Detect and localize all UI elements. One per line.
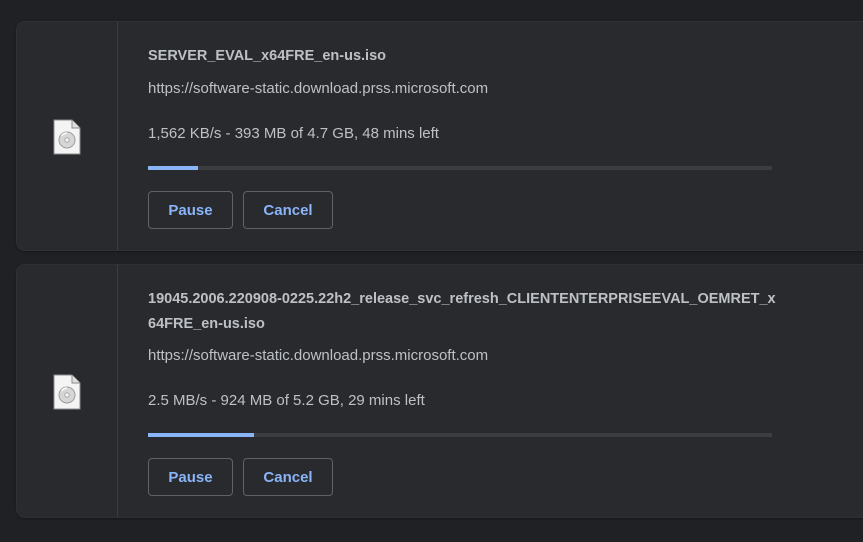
download-status: 2.5 MB/s - 924 MB of 5.2 GB, 29 mins lef… <box>148 392 425 409</box>
cancel-button[interactable]: Cancel <box>243 458 333 496</box>
download-icon-column <box>17 265 118 517</box>
pause-button[interactable]: Pause <box>148 191 233 229</box>
download-details: 19045.2006.220908-0225.22h2_release_svc_… <box>148 265 863 517</box>
download-item: 19045.2006.220908-0225.22h2_release_svc_… <box>17 265 863 517</box>
cancel-button[interactable]: Cancel <box>243 191 333 229</box>
download-item: SERVER_EVAL_x64FRE_en-us.iso https://sof… <box>17 22 863 250</box>
download-icon-column <box>17 22 118 250</box>
download-details: SERVER_EVAL_x64FRE_en-us.iso https://sof… <box>148 22 863 250</box>
download-progress-fill <box>148 166 198 170</box>
download-status: 1,562 KB/s - 393 MB of 4.7 GB, 48 mins l… <box>148 125 439 142</box>
download-progress-bar <box>148 433 772 437</box>
top-partial-content <box>0 0 863 8</box>
download-filename[interactable]: SERVER_EVAL_x64FRE_en-us.iso <box>148 44 778 69</box>
download-source-url[interactable]: https://software-static.download.prss.mi… <box>148 80 488 97</box>
download-progress-fill <box>148 433 255 437</box>
download-filename[interactable]: 19045.2006.220908-0225.22h2_release_svc_… <box>148 287 778 337</box>
pause-button[interactable]: Pause <box>148 458 233 496</box>
file-icon <box>53 119 81 155</box>
download-source-url[interactable]: https://software-static.download.prss.mi… <box>148 347 488 364</box>
file-icon <box>53 374 81 410</box>
download-progress-bar <box>148 166 772 170</box>
